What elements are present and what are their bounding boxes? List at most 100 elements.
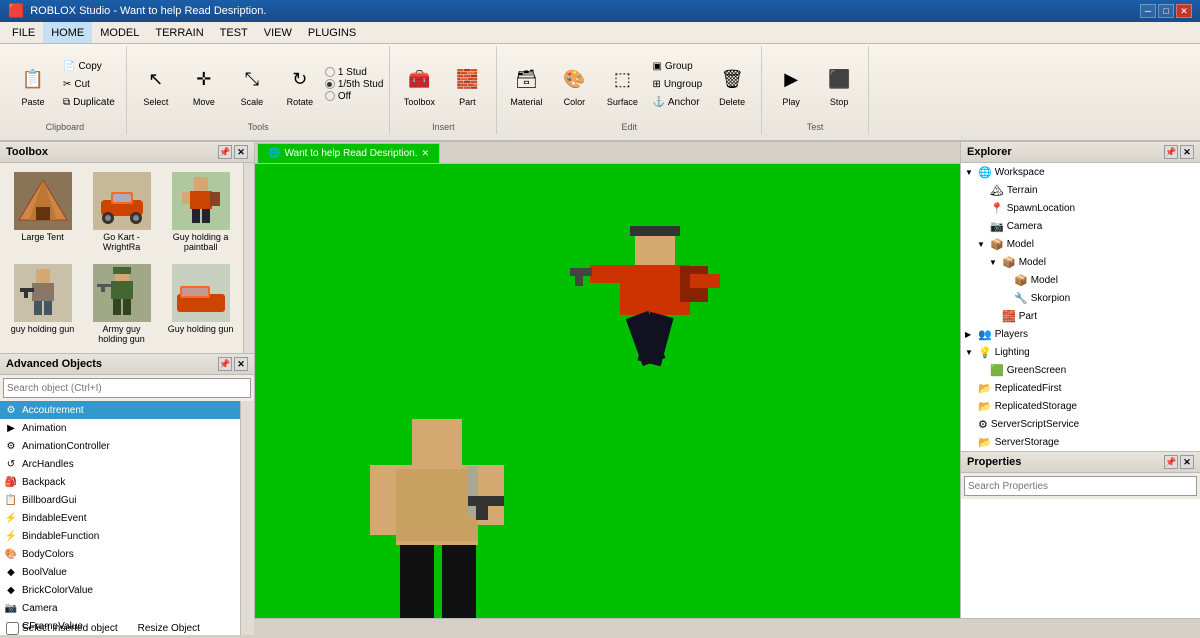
obj-brickcolorvalue[interactable]: ◆ BrickColorValue (0, 581, 240, 599)
toolbox-pin-button[interactable]: 📌 (218, 145, 232, 159)
minimize-button[interactable]: ─ (1140, 4, 1156, 18)
move-button[interactable]: ✛ Move (181, 50, 227, 118)
obj-bindableevent[interactable]: ⚡ BindableEvent (0, 509, 240, 527)
toolbox-close-button[interactable]: ✕ (234, 145, 248, 159)
stud-1-option[interactable]: 1 Stud (325, 67, 384, 78)
serverstorage-icon: 📂 (978, 436, 992, 449)
archandles-icon: ↺ (4, 457, 18, 471)
greenscreen-icon: 🟩 (990, 364, 1004, 377)
obj-bodycolors[interactable]: 🎨 BodyColors (0, 545, 240, 563)
cut-button[interactable]: ✂ Cut (58, 76, 120, 93)
color-icon: 🎨 (558, 63, 590, 95)
menu-model[interactable]: MODEL (92, 22, 147, 43)
toolbox-thumb-kart (93, 172, 151, 230)
anchor-button[interactable]: ⚓ Anchor (647, 94, 707, 111)
explorer-tree: ▼ 🌐 Workspace 🏔 Terrain 📍 SpawnLocation (961, 163, 1200, 451)
select-button[interactable]: ↖ Select (133, 50, 179, 118)
close-button[interactable]: ✕ (1176, 4, 1192, 18)
tree-camera[interactable]: 📷 Camera (961, 217, 1200, 235)
brickcolorvalue-icon: ◆ (4, 583, 18, 597)
tree-skorpion[interactable]: 🔧 Skorpion (961, 289, 1200, 307)
toolbox-item-guy-gun[interactable]: guy holding gun (4, 259, 81, 349)
properties-pin-button[interactable]: 📌 (1164, 455, 1178, 469)
obj-billboardgui[interactable]: 📋 BillboardGui (0, 491, 240, 509)
toolbox-item-army[interactable]: Army guy holding gun (83, 259, 160, 349)
tree-serverscriptservice[interactable]: ⚙ ServerScriptService (961, 415, 1200, 433)
material-button[interactable]: 🗃 Material (503, 50, 549, 118)
explorer-pin-button[interactable]: 📌 (1164, 145, 1178, 159)
accoutrement-icon: ⚙ (4, 403, 18, 417)
paste-button[interactable]: 📋 Paste (10, 50, 56, 118)
maximize-button[interactable]: □ (1158, 4, 1174, 18)
tree-spawnlocation[interactable]: 📍 SpawnLocation (961, 199, 1200, 217)
tree-model-2[interactable]: ▼ 📦 Model (961, 253, 1200, 271)
select-inserted-checkbox[interactable] (6, 622, 19, 635)
ungroup-button[interactable]: ⊞ Ungroup (647, 76, 707, 93)
group-button[interactable]: ▣ Group (647, 58, 707, 75)
tab-close-button[interactable]: ✕ (422, 148, 430, 159)
viewport[interactable] (255, 164, 960, 618)
menu-home[interactable]: HOME (43, 22, 92, 43)
tree-model-3[interactable]: 📦 Model (961, 271, 1200, 289)
obj-accoutrement[interactable]: ⚙ Accoutrement (0, 401, 240, 419)
obj-animation[interactable]: ▶ Animation (0, 419, 240, 437)
tree-terrain[interactable]: 🏔 Terrain (961, 181, 1200, 199)
menu-plugins[interactable]: PLUGINS (300, 22, 364, 43)
tree-serverstorage[interactable]: 📂 ServerStorage (961, 433, 1200, 451)
menu-bar: FILE HOME MODEL TERRAIN TEST VIEW PLUGIN… (0, 22, 1200, 44)
tree-lighting[interactable]: ▼ 💡 Lighting (961, 343, 1200, 361)
search-objects-input[interactable] (3, 378, 251, 398)
edit-label: Edit (622, 122, 638, 132)
properties-close-button[interactable]: ✕ (1180, 455, 1194, 469)
obj-backpack[interactable]: 🎒 Backpack (0, 473, 240, 491)
color-button[interactable]: 🎨 Color (551, 50, 597, 118)
stud-fifth-option[interactable]: 1/5th Stud (325, 79, 384, 90)
surface-button[interactable]: ⬚ Surface (599, 50, 645, 118)
tree-greenscreen[interactable]: 🟩 GreenScreen (961, 361, 1200, 379)
menu-test[interactable]: TEST (212, 22, 256, 43)
title-bar-controls[interactable]: ─ □ ✕ (1140, 4, 1192, 18)
advanced-pin-button[interactable]: 📌 (218, 357, 232, 371)
obj-camera[interactable]: 📷 Camera (0, 599, 240, 617)
tab-main[interactable]: 🌐 Want to help Read Desription. ✕ (257, 143, 440, 163)
lighting-icon: 💡 (978, 346, 992, 359)
delete-button[interactable]: 🗑 Delete (709, 50, 755, 118)
toolbox-button[interactable]: 🧰 Toolbox (396, 50, 442, 118)
tree-replicatedstorage[interactable]: 📂 ReplicatedStorage (961, 397, 1200, 415)
explorer-close-button[interactable]: ✕ (1180, 145, 1194, 159)
obj-archandles[interactable]: ↺ ArcHandles (0, 455, 240, 473)
toolbox-item-tent[interactable]: Large Tent (4, 167, 81, 257)
toolbox-thumb-guy-gun (14, 264, 72, 322)
tree-players[interactable]: ▶ 👥 Players (961, 325, 1200, 343)
duplicate-button[interactable]: ⧉ Duplicate (58, 94, 120, 111)
part-button[interactable]: 🧱 Part (444, 50, 490, 118)
advanced-close-button[interactable]: ✕ (234, 357, 248, 371)
play-button[interactable]: ▶ Play (768, 50, 814, 118)
anchor-icon: ⚓ (652, 97, 664, 108)
rotate-button[interactable]: ↻ Rotate (277, 50, 323, 118)
tree-model-1[interactable]: ▼ 📦 Model (961, 235, 1200, 253)
obj-bindablefunction[interactable]: ⚡ BindableFunction (0, 527, 240, 545)
tab-bar: 🌐 Want to help Read Desription. ✕ (255, 142, 960, 164)
toolbox-scrollbar[interactable] (243, 163, 254, 353)
obj-animationcontroller[interactable]: ⚙ AnimationController (0, 437, 240, 455)
copy-button[interactable]: 📄 Copy (58, 58, 120, 75)
tree-part[interactable]: 🧱 Part (961, 307, 1200, 325)
toolbox-item-kart[interactable]: Go Kart - WrightRa (83, 167, 160, 257)
tree-replicatedfirst[interactable]: 📂 ReplicatedFirst (961, 379, 1200, 397)
menu-terrain[interactable]: TERRAIN (147, 22, 211, 43)
obj-boolvalue[interactable]: ◆ BoolValue (0, 563, 240, 581)
scale-button[interactable]: ⤡ Scale (229, 50, 275, 118)
toolbox-item-soldier[interactable]: Guy holding gun (162, 259, 239, 349)
backpack-icon: 🎒 (4, 475, 18, 489)
tree-workspace[interactable]: ▼ 🌐 Workspace (961, 163, 1200, 181)
menu-file[interactable]: FILE (4, 22, 43, 43)
search-properties-input[interactable] (964, 476, 1197, 496)
properties-header: Properties 📌 ✕ (961, 452, 1200, 473)
objects-scrollbar[interactable] (240, 401, 254, 635)
test-group: ▶ Play ⬛ Stop Test (762, 46, 869, 134)
menu-view[interactable]: VIEW (256, 22, 300, 43)
stop-button[interactable]: ⬛ Stop (816, 50, 862, 118)
stud-off-option[interactable]: Off (325, 91, 384, 102)
toolbox-item-guy-paintball[interactable]: Guy holding a paintball (162, 167, 239, 257)
